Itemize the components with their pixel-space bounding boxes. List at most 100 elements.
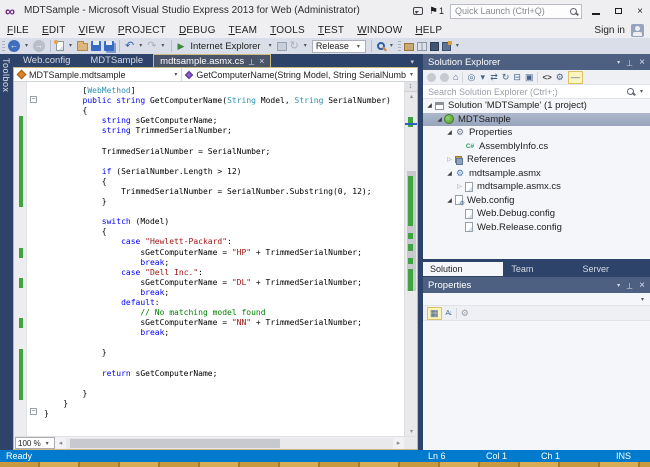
feedback-icon[interactable] <box>413 7 423 15</box>
property-pages-icon[interactable]: ⚙ <box>461 307 469 320</box>
tree-item-properties[interactable]: ◢⚙Properties <box>423 126 650 140</box>
menu-team[interactable]: TEAM <box>229 25 258 36</box>
toolbar-overflow-2[interactable]: ▾ <box>454 39 461 53</box>
refresh-button[interactable]: ↻ <box>290 39 299 53</box>
se-forward-button[interactable] <box>440 73 449 82</box>
expanded-expander-icon[interactable]: ◢ <box>445 197 454 204</box>
properties-object-dropdown[interactable]: ▾ <box>423 293 650 306</box>
solution-explorer-search-input[interactable]: Search Solution Explorer (Ctrl+;) ▾ <box>423 85 650 99</box>
tree-item-assemblyinfo-cs[interactable]: C#AssemblyInfo.cs <box>423 140 650 154</box>
sync-icon[interactable]: ⇄ <box>490 71 498 84</box>
undo-dropdown[interactable]: ▾ <box>137 39 144 53</box>
editor-tab-mdtsample[interactable]: MDTSample <box>80 54 153 67</box>
menu-test[interactable]: TEST <box>318 25 344 36</box>
browser-target-label[interactable]: Internet Explorer <box>190 41 260 52</box>
configuration-dropdown[interactable]: Release ▾ <box>312 40 366 53</box>
menu-view[interactable]: VIEW <box>79 25 105 36</box>
minimize-button[interactable] <box>588 3 604 19</box>
menu-window[interactable]: WINDOW <box>357 25 402 36</box>
panel-close-icon[interactable]: × <box>639 57 645 68</box>
split-view-button[interactable] <box>417 39 427 53</box>
tree-item-solution-mdtsample-1-project[interactable]: ◢Solution 'MDTSample' (1 project) <box>423 99 650 113</box>
scroll-left-icon[interactable]: ◂ <box>55 439 66 447</box>
properties-position-dropdown-icon[interactable]: ▾ <box>617 282 620 289</box>
properties-close-icon[interactable]: × <box>639 280 645 291</box>
scope-dropdown-icon[interactable]: ▾ <box>479 71 486 84</box>
expanded-expander-icon[interactable]: ◢ <box>445 129 454 136</box>
scroll-up-icon[interactable]: ▴ <box>405 93 417 100</box>
close-button[interactable]: × <box>632 3 648 19</box>
categorized-button[interactable]: ▦ <box>427 307 442 320</box>
tree-item-mdtsample-asmx[interactable]: ◢⚙mdtsample.asmx <box>423 167 650 181</box>
redo-button[interactable]: ↷ <box>147 39 156 53</box>
vertical-scrollbar[interactable]: ↕ ▴ ▾ <box>404 82 417 437</box>
type-dropdown[interactable]: MDTSample.mdtsample ▾ <box>14 68 182 81</box>
menu-edit[interactable]: EDIT <box>42 25 66 36</box>
zoom-dropdown[interactable]: 100 % ▾ <box>15 437 55 449</box>
properties-header[interactable]: Properties ▾ ⊤ × <box>423 277 650 293</box>
pin-icon[interactable]: ⊤ <box>626 58 633 67</box>
menu-help[interactable]: HELP <box>415 25 442 36</box>
tree-item-references[interactable]: ▷References <box>423 153 650 167</box>
attach-button[interactable] <box>277 39 287 53</box>
member-dropdown[interactable]: GetComputerName(String Model, String Ser… <box>182 68 417 81</box>
new-file-button[interactable] <box>56 39 64 53</box>
horizontal-scroll-thumb[interactable] <box>70 439 280 448</box>
editor-tab-web-config[interactable]: Web.config <box>13 54 80 67</box>
se-search-dropdown-icon[interactable]: ▾ <box>638 88 645 95</box>
menu-project[interactable]: PROJECT <box>118 25 166 36</box>
tab-close-icon[interactable]: × <box>259 56 264 66</box>
code-editor[interactable]: [WebMethod] public string GetComputerNam… <box>14 82 417 437</box>
collapsed-expander-icon[interactable]: ▷ <box>445 156 454 163</box>
start-debug-button[interactable]: ▶ <box>177 39 184 53</box>
collapse-region-button[interactable]: − <box>30 96 37 103</box>
redo-dropdown[interactable]: ▾ <box>159 39 166 53</box>
tree-item-web-config[interactable]: ◢Web.config <box>423 194 650 208</box>
tree-item-web-debug-config[interactable]: Web.Debug.config <box>423 207 650 221</box>
toolbar-overflow-1[interactable]: ▾ <box>388 39 395 53</box>
menu-file[interactable]: FILE <box>7 25 29 36</box>
solution-explorer-header[interactable]: Solution Explorer ▾ ⊤ × <box>423 54 650 70</box>
splitter-handle[interactable]: ↕ <box>404 82 417 92</box>
toolbox-tab[interactable]: Toolbox <box>0 54 13 450</box>
notifications-button[interactable]: ⚑ 1 <box>429 6 444 17</box>
sign-in-link[interactable]: Sign in <box>594 25 625 36</box>
panel-tab-team-explorer[interactable]: Team Explorer <box>504 262 574 276</box>
refresh-dropdown[interactable]: ▾ <box>302 39 309 53</box>
windows-taskbar[interactable] <box>0 462 650 467</box>
expanded-expander-icon[interactable]: ◢ <box>435 116 444 123</box>
preview-selected-items-toggle[interactable]: — <box>568 71 583 84</box>
restore-button[interactable] <box>610 3 626 19</box>
browser-target-dropdown[interactable]: ▾ <box>267 39 274 53</box>
open-file-button[interactable] <box>77 39 88 53</box>
tree-item-mdtsample[interactable]: ◢MDTSample <box>423 113 650 127</box>
undo-button[interactable]: ↶ <box>125 39 134 53</box>
quick-launch-input[interactable]: Quick Launch (Ctrl+Q) <box>450 4 582 19</box>
new-file-dropdown[interactable]: ▾ <box>67 39 74 53</box>
view-code-icon[interactable]: <> <box>542 71 551 84</box>
tree-item-mdtsample-asmx-cs[interactable]: ▷mdtsample.asmx.cs <box>423 180 650 194</box>
panel-tab-solution-explorer[interactable]: Solution Explorer <box>423 262 503 276</box>
navigate-backward-dropdown[interactable]: ▾ <box>23 39 30 53</box>
panel-tab-server-explorer[interactable]: Server Explorer <box>575 262 650 276</box>
se-back-button[interactable] <box>427 73 436 82</box>
tab-pin-icon[interactable]: ⊤ <box>248 57 255 66</box>
horizontal-scrollbar[interactable] <box>66 438 393 449</box>
save-button[interactable] <box>91 39 101 53</box>
navigate-forward-button[interactable]: → <box>33 40 45 52</box>
expanded-expander-icon[interactable]: ◢ <box>425 102 434 109</box>
collapse-region-button[interactable]: − <box>30 408 37 415</box>
collapsed-expander-icon[interactable]: ▷ <box>455 183 464 190</box>
tree-item-web-release-config[interactable]: Web.Release.config <box>423 221 650 235</box>
toolbar-grip-2[interactable] <box>398 41 401 52</box>
scroll-right-icon[interactable]: ▸ <box>393 439 404 447</box>
uncomment-button[interactable] <box>442 39 451 53</box>
find-in-files-button[interactable] <box>377 39 385 53</box>
navigate-backward-button[interactable]: ← <box>8 40 20 52</box>
se-refresh-icon[interactable]: ↻ <box>502 71 510 84</box>
collapse-all-icon[interactable]: ⊟ <box>513 71 521 84</box>
home-icon[interactable]: ⌂ <box>453 71 458 84</box>
toolbar-grip[interactable] <box>2 41 5 52</box>
menu-debug[interactable]: DEBUG <box>179 25 216 36</box>
show-all-files-icon[interactable]: ▣ <box>525 71 534 84</box>
